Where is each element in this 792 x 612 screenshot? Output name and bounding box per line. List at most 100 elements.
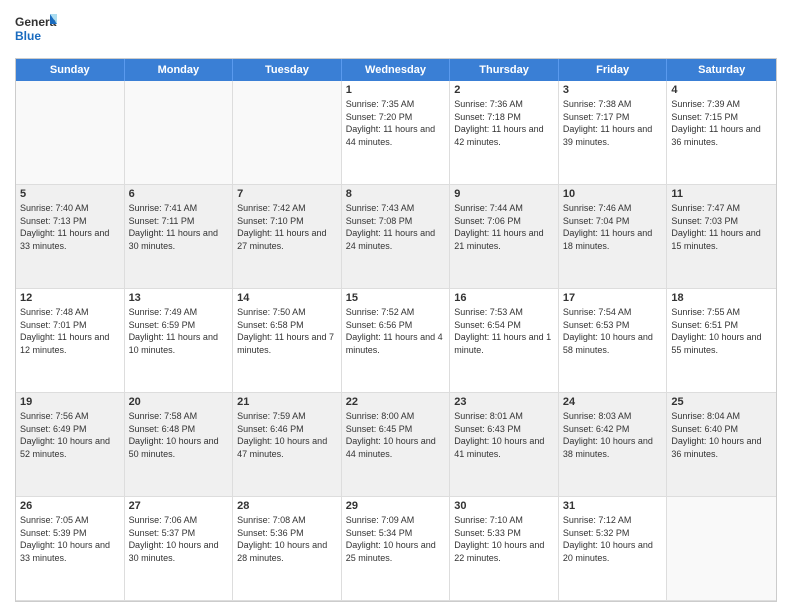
calendar-cell: 13 Sunrise: 7:49 AM Sunset: 6:59 PM Dayli… <box>125 289 234 393</box>
day-number: 22 <box>346 396 446 408</box>
calendar-cell: 30 Sunrise: 7:10 AM Sunset: 5:33 PM Dayli… <box>450 497 559 601</box>
calendar-cell: 20Sunrise: 7:58 AM Sunset: 6:48 PM Dayli… <box>125 393 234 497</box>
calendar-cell: 9 Sunrise: 7:44 AM Sunset: 7:06 PM Daylig… <box>450 185 559 289</box>
calendar-cell: 3 Sunrise: 7:38 AM Sunset: 7:17 PM Daylig… <box>559 81 668 185</box>
day-number: 18 <box>671 292 772 304</box>
logo: General Blue <box>15 10 57 50</box>
day-info: Sunrise: 7:41 AM Sunset: 7:11 PM Dayligh… <box>129 202 229 252</box>
day-number: 1 <box>346 84 446 96</box>
day-number: 31 <box>563 500 663 512</box>
day-number: 20 <box>129 396 229 408</box>
day-info: Sunrise: 7:49 AM Sunset: 6:59 PM Dayligh… <box>129 306 229 356</box>
day-info: Sunrise: 7:10 AM Sunset: 5:33 PM Dayligh… <box>454 514 554 564</box>
day-number: 11 <box>671 188 772 200</box>
day-number: 28 <box>237 500 337 512</box>
calendar-cell <box>233 81 342 185</box>
calendar-cell: 10 Sunrise: 7:46 AM Sunset: 7:04 PM Dayli… <box>559 185 668 289</box>
header: General Blue <box>15 10 777 50</box>
day-info: Sunrise: 8:04 AM Sunset: 6:40 PM Dayligh… <box>671 410 772 460</box>
day-info: Sunrise: 7:42 AM Sunset: 7:10 PM Dayligh… <box>237 202 337 252</box>
day-info: Sunrise: 7:06 AM Sunset: 5:37 PM Dayligh… <box>129 514 229 564</box>
calendar-cell: 29Sunrise: 7:09 AM Sunset: 5:34 PM Dayli… <box>342 497 451 601</box>
calendar-cell: 4 Sunrise: 7:39 AM Sunset: 7:15 PM Daylig… <box>667 81 776 185</box>
day-number: 21 <box>237 396 337 408</box>
day-number: 10 <box>563 188 663 200</box>
calendar-cell: 15Sunrise: 7:52 AM Sunset: 6:56 PM Dayli… <box>342 289 451 393</box>
calendar-cell: 1 Sunrise: 7:35 AM Sunset: 7:20 PM Daylig… <box>342 81 451 185</box>
calendar-cell: 5 Sunrise: 7:40 AM Sunset: 7:13 PM Daylig… <box>16 185 125 289</box>
calendar-cell: 11 Sunrise: 7:47 AM Sunset: 7:03 PM Dayli… <box>667 185 776 289</box>
day-info: Sunrise: 7:40 AM Sunset: 7:13 PM Dayligh… <box>20 202 120 252</box>
day-info: Sunrise: 7:44 AM Sunset: 7:06 PM Dayligh… <box>454 202 554 252</box>
day-number: 25 <box>671 396 772 408</box>
weekday-header: Friday <box>559 59 668 81</box>
calendar-cell: 8 Sunrise: 7:43 AM Sunset: 7:08 PM Daylig… <box>342 185 451 289</box>
calendar-cell: 24 Sunrise: 8:03 AM Sunset: 6:42 PM Dayli… <box>559 393 668 497</box>
calendar-cell: 22 Sunrise: 8:00 AM Sunset: 6:45 PM Dayli… <box>342 393 451 497</box>
day-number: 6 <box>129 188 229 200</box>
day-number: 16 <box>454 292 554 304</box>
calendar-cell <box>125 81 234 185</box>
day-info: Sunrise: 8:03 AM Sunset: 6:42 PM Dayligh… <box>563 410 663 460</box>
day-info: Sunrise: 7:56 AM Sunset: 6:49 PM Dayligh… <box>20 410 120 460</box>
day-info: Sunrise: 7:12 AM Sunset: 5:32 PM Dayligh… <box>563 514 663 564</box>
calendar-cell: 26 Sunrise: 7:05 AM Sunset: 5:39 PM Dayli… <box>16 497 125 601</box>
calendar-header: SundayMondayTuesdayWednesdayThursdayFrid… <box>16 59 776 81</box>
calendar-cell: 23Sunrise: 8:01 AM Sunset: 6:43 PM Dayli… <box>450 393 559 497</box>
day-info: Sunrise: 7:43 AM Sunset: 7:08 PM Dayligh… <box>346 202 446 252</box>
day-number: 19 <box>20 396 120 408</box>
calendar-cell: 7Sunrise: 7:42 AM Sunset: 7:10 PM Daylig… <box>233 185 342 289</box>
weekday-header: Monday <box>125 59 234 81</box>
calendar-cell: 16 Sunrise: 7:53 AM Sunset: 6:54 PM Dayli… <box>450 289 559 393</box>
day-number: 12 <box>20 292 120 304</box>
day-info: Sunrise: 7:36 AM Sunset: 7:18 PM Dayligh… <box>454 98 554 148</box>
weekday-header: Sunday <box>16 59 125 81</box>
calendar-cell <box>16 81 125 185</box>
day-info: Sunrise: 7:50 AM Sunset: 6:58 PM Dayligh… <box>237 306 337 356</box>
day-number: 30 <box>454 500 554 512</box>
svg-text:Blue: Blue <box>15 29 41 43</box>
calendar-cell: 18 Sunrise: 7:55 AM Sunset: 6:51 PM Dayli… <box>667 289 776 393</box>
day-number: 3 <box>563 84 663 96</box>
generalblue-icon: General Blue <box>15 10 57 50</box>
day-info: Sunrise: 7:55 AM Sunset: 6:51 PM Dayligh… <box>671 306 772 356</box>
day-number: 26 <box>20 500 120 512</box>
day-number: 29 <box>346 500 446 512</box>
weekday-header: Wednesday <box>342 59 451 81</box>
day-info: Sunrise: 7:48 AM Sunset: 7:01 PM Dayligh… <box>20 306 120 356</box>
calendar-cell: 21 Sunrise: 7:59 AM Sunset: 6:46 PM Dayli… <box>233 393 342 497</box>
day-number: 24 <box>563 396 663 408</box>
day-info: Sunrise: 7:05 AM Sunset: 5:39 PM Dayligh… <box>20 514 120 564</box>
calendar: SundayMondayTuesdayWednesdayThursdayFrid… <box>15 58 777 602</box>
day-number: 8 <box>346 188 446 200</box>
day-number: 13 <box>129 292 229 304</box>
weekday-header: Tuesday <box>233 59 342 81</box>
day-number: 9 <box>454 188 554 200</box>
day-number: 4 <box>671 84 772 96</box>
day-number: 14 <box>237 292 337 304</box>
day-info: Sunrise: 7:46 AM Sunset: 7:04 PM Dayligh… <box>563 202 663 252</box>
calendar-cell: 19 Sunrise: 7:56 AM Sunset: 6:49 PM Dayli… <box>16 393 125 497</box>
calendar-cell: 2 Sunrise: 7:36 AM Sunset: 7:18 PM Daylig… <box>450 81 559 185</box>
day-info: Sunrise: 7:39 AM Sunset: 7:15 PM Dayligh… <box>671 98 772 148</box>
day-info: Sunrise: 8:00 AM Sunset: 6:45 PM Dayligh… <box>346 410 446 460</box>
day-info: Sunrise: 7:08 AM Sunset: 5:36 PM Dayligh… <box>237 514 337 564</box>
day-number: 23 <box>454 396 554 408</box>
day-info: Sunrise: 7:47 AM Sunset: 7:03 PM Dayligh… <box>671 202 772 252</box>
day-info: Sunrise: 7:35 AM Sunset: 7:20 PM Dayligh… <box>346 98 446 148</box>
weekday-header: Thursday <box>450 59 559 81</box>
day-number: 15 <box>346 292 446 304</box>
calendar-cell <box>667 497 776 601</box>
calendar-cell: 14 Sunrise: 7:50 AM Sunset: 6:58 PM Dayli… <box>233 289 342 393</box>
calendar-cell: 6 Sunrise: 7:41 AM Sunset: 7:11 PM Daylig… <box>125 185 234 289</box>
day-info: Sunrise: 7:53 AM Sunset: 6:54 PM Dayligh… <box>454 306 554 356</box>
calendar-cell: 28 Sunrise: 7:08 AM Sunset: 5:36 PM Dayli… <box>233 497 342 601</box>
day-number: 5 <box>20 188 120 200</box>
calendar-cell: 31 Sunrise: 7:12 AM Sunset: 5:32 PM Dayli… <box>559 497 668 601</box>
day-info: Sunrise: 7:38 AM Sunset: 7:17 PM Dayligh… <box>563 98 663 148</box>
calendar-cell: 27Sunrise: 7:06 AM Sunset: 5:37 PM Dayli… <box>125 497 234 601</box>
day-number: 2 <box>454 84 554 96</box>
calendar-cell: 12 Sunrise: 7:48 AM Sunset: 7:01 PM Dayli… <box>16 289 125 393</box>
calendar-cell: 17Sunrise: 7:54 AM Sunset: 6:53 PM Dayli… <box>559 289 668 393</box>
day-info: Sunrise: 7:59 AM Sunset: 6:46 PM Dayligh… <box>237 410 337 460</box>
